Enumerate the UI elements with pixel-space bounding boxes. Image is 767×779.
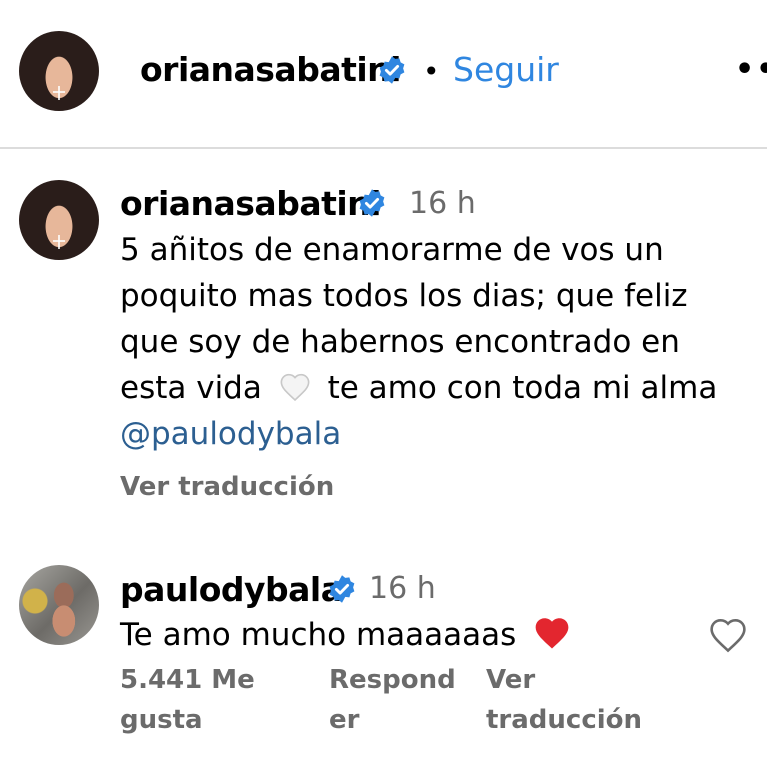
caption-line: poquito mas todos los dias; que feliz (120, 278, 688, 314)
separator-dot: • (423, 55, 440, 88)
caption-translate-link[interactable]: Ver traducción (120, 467, 334, 507)
caption-avatar[interactable] (19, 180, 99, 260)
like-heart-icon[interactable] (708, 617, 748, 653)
caption-line: que soy de habernos encontrado en (120, 324, 680, 360)
profile-avatar[interactable] (19, 31, 99, 111)
follow-button[interactable]: Seguir (453, 50, 559, 89)
comment-timestamp[interactable]: 16 h (369, 571, 436, 606)
caption-timestamp[interactable]: 16 h (409, 186, 476, 221)
mention-link[interactable]: @paulodybala (120, 411, 760, 457)
comment-text: Te amo mucho maaaaaas (120, 612, 572, 658)
comment-likes-count[interactable]: 5.441 Me gusta (120, 660, 255, 740)
comment-username[interactable]: paulodybala (120, 570, 343, 609)
verified-badge-icon (379, 56, 405, 84)
caption-text: 5 añitos de enamorarme de vos un poquito… (120, 227, 760, 457)
white-heart-emoji-icon (280, 373, 310, 402)
comment-avatar[interactable] (19, 565, 99, 645)
caption-line: 5 añitos de enamorarme de vos un (120, 232, 664, 268)
caption-line: esta vida te amo con toda mi alma (120, 370, 718, 406)
verified-badge-icon (359, 189, 385, 217)
verified-badge-icon (329, 575, 355, 603)
header-username[interactable]: orianasabatini (140, 50, 401, 89)
header-divider (0, 147, 767, 149)
caption-username[interactable]: orianasabatini (120, 184, 381, 223)
comment-translate-link[interactable]: Ver traducción (486, 660, 642, 740)
red-heart-emoji-icon (535, 618, 569, 649)
reply-button[interactable]: Respond er (329, 660, 456, 740)
more-options-icon[interactable]: •• (735, 52, 767, 87)
